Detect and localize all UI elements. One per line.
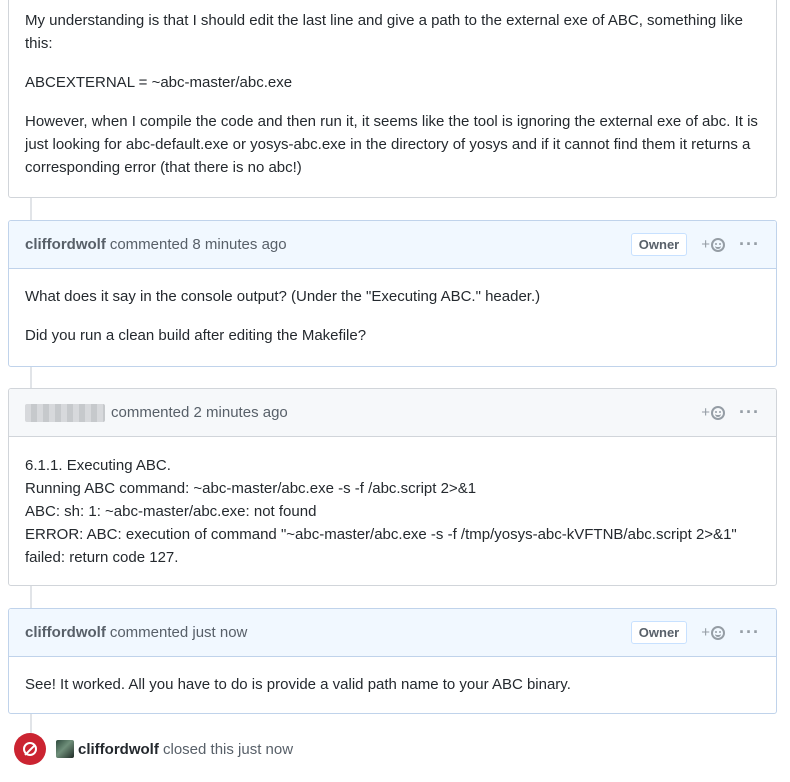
comment-body: My understanding is that I should edit t… xyxy=(9,0,776,195)
comment-header: commented 2 minutes ago + ··· xyxy=(9,389,776,437)
comment-paragraph: What does it say in the console output? … xyxy=(25,288,541,305)
comment-body: See! It worked. All you have to do is pr… xyxy=(9,657,776,712)
comment-timestamp[interactable]: commented 8 minutes ago xyxy=(110,236,287,253)
output-line: ERROR: ABC: execution of command "~abc-m… xyxy=(25,526,737,543)
closed-badge-icon xyxy=(14,733,46,765)
redacted-author xyxy=(25,403,105,422)
closed-event: cliffordwolf closed this just now xyxy=(14,733,293,765)
comment-card-3: commented 2 minutes ago + ··· 6.1.1. Exe… xyxy=(8,388,777,586)
comment-card-2: cliffordwolf commented 8 minutes ago Own… xyxy=(8,220,777,367)
comment-paragraph: ABCEXTERNAL = ~abc-master/abc.exe xyxy=(25,74,293,91)
comment-card-4: cliffordwolf commented just now Owner + … xyxy=(8,608,777,714)
more-options-icon[interactable]: ··· xyxy=(739,402,760,423)
comment-timestamp[interactable]: commented 2 minutes ago xyxy=(111,404,288,421)
comment-body: What does it say in the console output? … xyxy=(9,269,776,363)
owner-badge: Owner xyxy=(630,621,688,644)
output-line: Running ABC command: ~abc-master/abc.exe… xyxy=(25,480,477,497)
comment-timestamp[interactable]: commented just now xyxy=(110,624,248,641)
closed-event-label: closed this just now xyxy=(163,740,294,758)
output-line: ABC: sh: 1: ~abc-master/abc.exe: not fou… xyxy=(25,503,317,520)
add-reaction-button[interactable]: + xyxy=(701,236,726,253)
comment-body: 6.1.1. Executing ABC. Running ABC comman… xyxy=(9,437,776,585)
add-reaction-button[interactable]: + xyxy=(701,404,726,421)
plus-icon: + xyxy=(701,404,711,421)
comment-card-1: My understanding is that I should edit t… xyxy=(8,0,777,198)
comment-header: cliffordwolf commented 8 minutes ago Own… xyxy=(9,221,776,269)
add-reaction-button[interactable]: + xyxy=(701,624,726,641)
avatar[interactable] xyxy=(56,740,74,758)
comment-paragraph: See! It worked. All you have to do is pr… xyxy=(25,676,571,693)
smiley-icon xyxy=(711,405,726,420)
author-link[interactable]: cliffordwolf xyxy=(25,624,106,641)
smiley-icon xyxy=(711,625,726,640)
more-options-icon[interactable]: ··· xyxy=(739,234,760,255)
comment-paragraph: My understanding is that I should edit t… xyxy=(25,12,743,52)
smiley-icon xyxy=(711,237,726,252)
plus-icon: + xyxy=(701,624,711,641)
author-link[interactable]: cliffordwolf xyxy=(25,236,106,253)
circle-slash-icon xyxy=(23,742,37,756)
author-link[interactable]: cliffordwolf xyxy=(78,741,159,758)
output-line: failed: return code 127. xyxy=(25,549,179,566)
comment-paragraph: However, when I compile the code and the… xyxy=(25,113,758,176)
comment-header: cliffordwolf commented just now Owner + … xyxy=(9,609,776,657)
more-options-icon[interactable]: ··· xyxy=(739,622,760,643)
closed-event-text: cliffordwolf closed this just now xyxy=(78,741,293,758)
owner-badge: Owner xyxy=(630,233,688,256)
plus-icon: + xyxy=(701,236,711,253)
output-line: 6.1.1. Executing ABC. xyxy=(25,457,171,474)
comment-paragraph: Did you run a clean build after editing … xyxy=(25,327,367,344)
